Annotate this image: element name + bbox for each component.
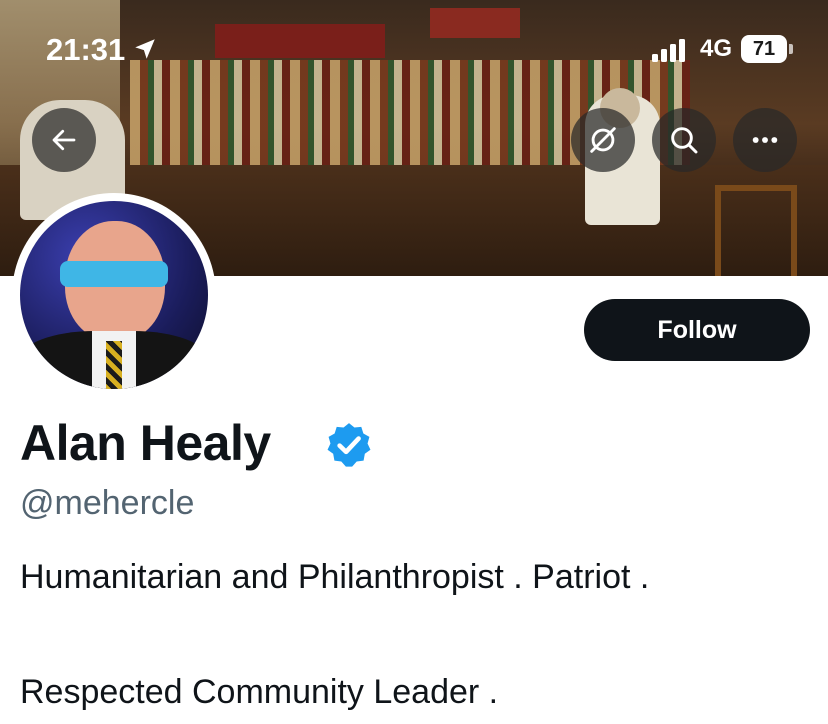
search-icon: [671, 127, 698, 154]
battery-tip: [789, 44, 793, 54]
signal-icon: [652, 39, 685, 62]
banner-stool: [715, 185, 797, 276]
search-button[interactable]: [652, 108, 716, 172]
battery-indicator: 71: [741, 35, 787, 63]
more-options-button[interactable]: [733, 108, 797, 172]
user-handle: @mehercle: [20, 484, 195, 522]
eye-slash-icon: [590, 127, 616, 153]
bio-line-2: Respected Community Leader .: [20, 673, 499, 711]
status-bar: 21:31 4G 71: [0, 0, 828, 100]
more-icon: [752, 137, 778, 143]
network-type: 4G: [700, 35, 733, 62]
display-name: Alan Healy: [20, 415, 271, 471]
status-time: 21:31: [46, 32, 126, 67]
avatar-sunglasses: [60, 261, 168, 287]
avatar-tie: [106, 341, 122, 389]
avatar[interactable]: [20, 201, 208, 389]
back-button[interactable]: [32, 108, 96, 172]
bio-line-1: Humanitarian and Philanthropist . Patrio…: [20, 558, 650, 596]
location-arrow-icon: [135, 39, 155, 59]
follow-button[interactable]: Follow: [584, 299, 810, 361]
verified-badge-icon[interactable]: [324, 420, 374, 470]
private-mode-button[interactable]: [571, 108, 635, 172]
arrow-left-icon: [52, 129, 76, 151]
